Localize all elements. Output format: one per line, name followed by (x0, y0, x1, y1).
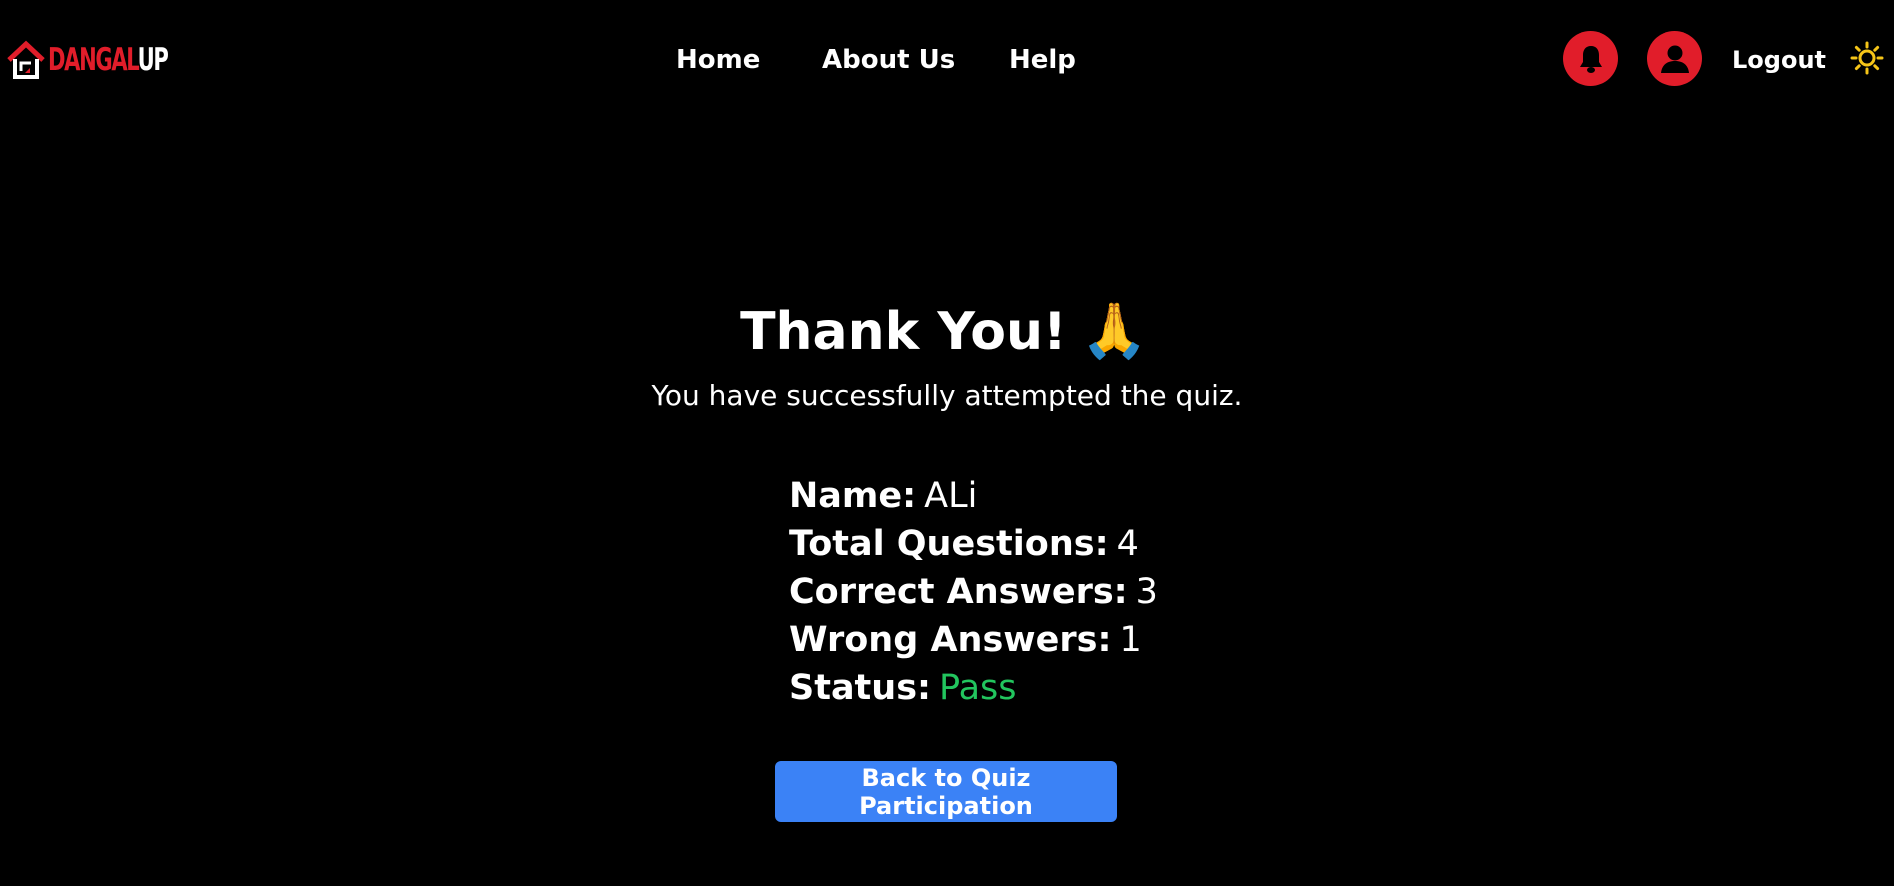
user-icon (1660, 45, 1689, 73)
nav-link-help[interactable]: Help (1009, 40, 1076, 80)
page-title: Thank You! 🙏 (0, 290, 1894, 372)
result-label: Status: (789, 668, 932, 708)
result-details: Name: ALi Total Questions: 4 Correct Answe… (789, 472, 1158, 712)
folded-hands-emoji-icon: 🙏 (1080, 299, 1148, 362)
logout-link[interactable]: Logout (1732, 40, 1826, 80)
result-row-status: Status: Pass (789, 664, 1158, 712)
result-subtitle: You have successfully attempted the quiz… (651, 379, 1243, 412)
back-to-quiz-participation-button[interactable]: Back to Quiz Participation (775, 761, 1117, 822)
profile-button[interactable] (1647, 31, 1702, 86)
result-label: Correct Answers: (789, 572, 1128, 612)
result-value: 3 (1135, 572, 1158, 612)
bell-icon (1579, 45, 1602, 73)
navbar: DANGALUP Home About Us Help Logout (0, 0, 1894, 118)
result-label: Wrong Answers: (789, 620, 1112, 660)
result-value: 4 (1116, 524, 1139, 564)
result-row-correct-answers: Correct Answers: 3 (789, 568, 1158, 616)
sun-icon[interactable] (1850, 41, 1884, 75)
page-title-text: Thank You! (740, 302, 1067, 362)
notifications-button[interactable] (1563, 31, 1618, 86)
result-label: Name: (789, 476, 917, 516)
result-row-wrong-answers: Wrong Answers: 1 (789, 616, 1158, 664)
result-value: 1 (1119, 620, 1142, 660)
quiz-result-page: DANGALUP Home About Us Help Logout Thank… (0, 0, 1894, 886)
quiz-result-card: Thank You! 🙏 You have successfully attemp… (0, 290, 1894, 822)
result-value: ALi (924, 476, 978, 516)
result-row-total-questions: Total Questions: 4 (789, 520, 1158, 568)
nav-link-about-us[interactable]: About Us (822, 40, 955, 80)
nav-link-home[interactable]: Home (676, 40, 760, 80)
result-row-name: Name: ALi (789, 472, 1158, 520)
status-badge: Pass (939, 668, 1017, 708)
result-label: Total Questions: (789, 524, 1109, 564)
